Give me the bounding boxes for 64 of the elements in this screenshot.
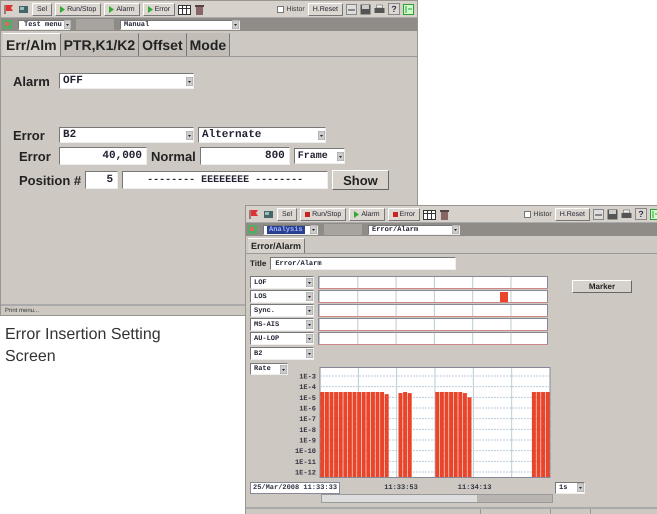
help-icon[interactable]: ?: [635, 208, 647, 220]
dropdown-arrow-icon[interactable]: [336, 152, 344, 160]
stop-icon: [392, 212, 398, 216]
table-icon[interactable]: [178, 4, 192, 14]
stop-icon: [305, 212, 310, 216]
tab[interactable]: Error/Alarm: [248, 238, 306, 253]
dropdown-arrow-icon[interactable]: [306, 292, 313, 301]
alarm-select[interactable]: OFF: [59, 73, 194, 89]
play-icon: [60, 6, 66, 12]
trash-icon[interactable]: [194, 4, 206, 14]
help-icon[interactable]: ?: [388, 3, 400, 15]
save-icon[interactable]: [607, 208, 618, 220]
dropdown-arrow-icon[interactable]: [577, 483, 584, 492]
normal-count-field[interactable]: 800: [200, 147, 290, 165]
error-count-field[interactable]: 40,000: [59, 147, 147, 165]
dropdown-arrow-icon[interactable]: [186, 130, 193, 140]
save-icon[interactable]: [360, 4, 371, 14]
tab[interactable]: Err/Alm: [3, 33, 61, 56]
printer-icon[interactable]: [621, 208, 632, 220]
caption: Error Insertion Setting Screen: [5, 325, 162, 367]
dropdown-arrow-icon[interactable]: [306, 278, 313, 287]
marker-button[interactable]: Marker: [572, 280, 632, 293]
position-field[interactable]: 5: [85, 171, 118, 189]
dropdown-arrow-icon[interactable]: [280, 364, 287, 374]
tab[interactable]: PTR,K1/K2: [60, 33, 140, 56]
dropdown-arrow-icon[interactable]: [452, 225, 459, 234]
dropdown-arrow-icon[interactable]: [306, 349, 313, 358]
alarm-label: Alarm: [13, 74, 51, 88]
menu-icon: [3, 20, 12, 29]
play-icon: [148, 6, 153, 12]
tab[interactable]: Offset: [139, 33, 187, 56]
printer-icon[interactable]: [374, 4, 385, 14]
error-label: Error: [13, 128, 46, 142]
device-icon[interactable]: [18, 4, 29, 14]
exit-icon[interactable]: [403, 4, 414, 14]
flag-icon[interactable]: [4, 4, 15, 14]
tab[interactable]: Mode: [186, 33, 230, 56]
dropdown-arrow-icon[interactable]: [306, 320, 313, 329]
flag-icon[interactable]: [249, 208, 260, 220]
error-count-label: Error: [19, 148, 52, 164]
trash-icon[interactable]: [439, 208, 450, 220]
menu-icon: [248, 225, 257, 234]
device-icon[interactable]: [263, 208, 274, 220]
error-mode-select[interactable]: Alternate: [198, 127, 326, 143]
dropdown-arrow-icon[interactable]: [306, 334, 313, 343]
dropdown-arrow-icon[interactable]: [310, 225, 317, 234]
scrollbar[interactable]: [321, 494, 553, 503]
pattern-field: -------- EEEEEEEE --------: [122, 171, 328, 189]
show-button[interactable]: Show: [332, 170, 389, 190]
table-icon[interactable]: [423, 208, 436, 220]
title-label: Title: [250, 259, 266, 268]
play-icon: [109, 6, 114, 12]
dropdown-arrow-icon[interactable]: [306, 306, 313, 315]
normal-label: Normal: [151, 148, 196, 164]
error-type-select[interactable]: B2: [59, 127, 194, 143]
minimize-icon[interactable]: [593, 208, 604, 220]
dropdown-arrow-icon[interactable]: [186, 76, 193, 86]
dropdown-arrow-icon[interactable]: [318, 130, 325, 140]
unit-select[interactable]: Frame: [294, 148, 345, 164]
play-icon: [354, 210, 360, 218]
dropdown-arrow-icon[interactable]: [64, 20, 71, 29]
position-label: Position #: [19, 172, 82, 188]
minimize-icon[interactable]: [346, 4, 357, 14]
dropdown-arrow-icon[interactable]: [232, 20, 239, 29]
